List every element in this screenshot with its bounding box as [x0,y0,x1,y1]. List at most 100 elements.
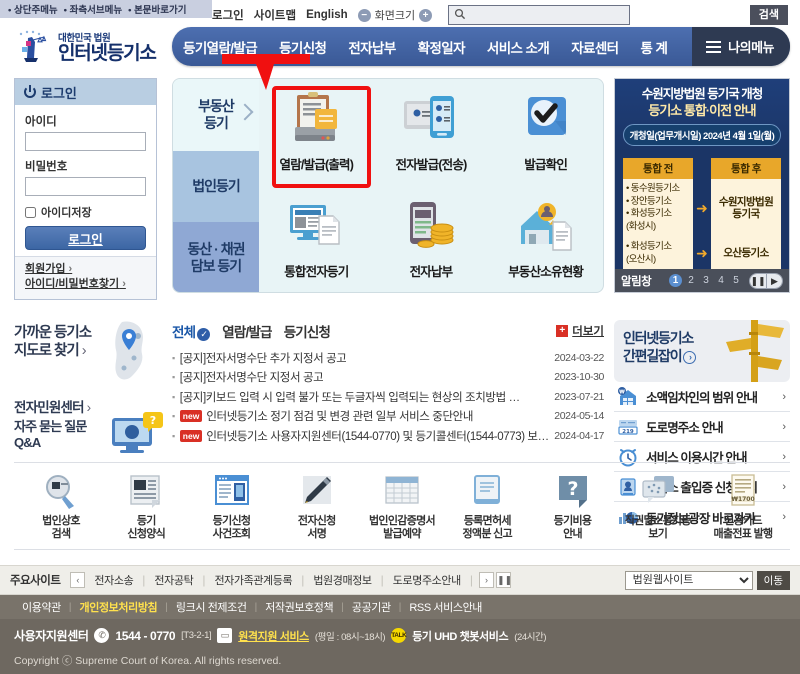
category-tab-corporate[interactable]: 법인등기 [173,150,259,223]
support-phone: 1544 - 0770 [115,628,176,643]
quicklink-seal-certificate-reservation[interactable]: 법인인감증명서 발급예약 [361,472,443,541]
banner-pause-icon[interactable]: ❚❚ [750,273,766,288]
footer-link-linking-terms[interactable]: 링크시 전제조건 [168,599,255,615]
service-property-ownership[interactable]: 부동산소유현황 [488,186,603,293]
notice-tabs: 전체 ✓ 열람/발급 등기신청 + 더보기 [172,320,604,342]
banner-page-3[interactable]: 3 [700,275,712,286]
quick-guide-banner[interactable]: 인터넷등기소 간편길잡이 › [614,320,790,382]
site-logo[interactable]: 대한민국 법원 인터넷등기소 [14,28,157,66]
category-tab-movable-credit[interactable]: 동산 · 채권 담보 등기 [173,222,259,292]
logo-text: 대한민국 법원 인터넷등기소 [58,30,157,64]
site-link-esoji[interactable]: 전자소송 [85,572,142,588]
notice-banner[interactable]: 수원지방법원 등기국 개청 등기소 통합·이전 안내 개청일(업무개시일) 20… [614,78,790,293]
notice-tab-view-issue[interactable]: 열람/발급 [222,321,272,341]
gnb-item-service-intro[interactable]: 서비스 소개 [476,37,560,57]
notice-tab-all[interactable]: 전체 ✓ [172,321,211,341]
service-issue-verify[interactable]: 발급확인 [488,79,603,186]
login-form: 아이디 비밀번호 아이디저장 로그인 [15,105,156,256]
banner-next-icon[interactable]: ▶ [766,273,782,288]
court-website-select[interactable]: 법원웹사이트 [624,570,753,590]
sites-pause-button[interactable]: ❚❚ [495,572,512,588]
quicklink-license-tax-report[interactable]: 등록면허세 정액분 신고 [446,472,528,541]
civil-service-center-banner[interactable]: 전자민원센터 › 자주 묻는 질문 Q&A ? [14,396,164,453]
gnb-item-data-center[interactable]: 자료센터 [560,37,629,57]
remote-support-link[interactable]: 원격지원 서비스 [238,628,309,644]
quicklink-case-inquiry[interactable]: 등기신청 사건조회 [191,472,273,541]
quicklink-ex-officio-cancellation[interactable]: 직권말소통지등 보기 [617,472,699,541]
site-link-road-address[interactable]: 도로명주소안내 [384,572,470,588]
skip-navigation[interactable]: 상단주메뉴 좌측서브메뉴 본문바로가기 [0,0,212,18]
banner-page-5[interactable]: 5 [730,275,742,286]
gnb-item-view-issue[interactable]: 등기열람/발급 [172,37,268,57]
skip-link-top-menu[interactable]: 상단주메뉴 [8,2,58,16]
gnb-item-statistics[interactable]: 통 계 [629,37,678,57]
notice-row[interactable]: ▪ [공지]전자서명수단 지정서 공고 2023-10-30 [172,368,604,388]
footer-link-privacy[interactable]: 개인정보처리방침 [72,599,166,615]
find-id-password-link[interactable]: 아이디/비밀번호찾기 [25,277,146,292]
quick-item-road-address[interactable]: 219 도로명주소 안내 › [614,412,790,442]
skip-link-side-menu[interactable]: 좌측서브메뉴 [64,2,122,16]
password-input[interactable] [25,177,146,196]
quicklink-application-form[interactable]: 등기 신청양식 [105,472,187,541]
zoom-out-icon[interactable]: − [357,8,371,22]
zoom-in-icon[interactable]: + [419,8,433,22]
quicklink-corporate-name-search[interactable]: 법인상호 검색 [20,472,102,541]
notice-more-label: 더보기 [572,326,604,338]
search-icon [449,8,471,23]
utility-login-link[interactable]: 로그인 [212,7,244,23]
category-tab-realestate[interactable]: 부동산 등기 [173,79,259,151]
speech-bubble-icon [638,472,678,510]
my-menu-button[interactable]: 나의메뉴 [692,27,790,66]
signup-link[interactable]: 회원가입 [25,262,146,277]
footer-link-copyright-policy[interactable]: 저작권보호정책 [257,599,341,615]
banner-col-before: 통합 전 [623,158,693,179]
site-link-family-registry[interactable]: 전자가족관계등록 [205,572,301,588]
footer-link-public-agency[interactable]: 공공기관 [344,599,399,615]
notice-row[interactable]: ▪ [공지]키보드 입력 시 입력 불가 또는 두글자씩 입력되는 현상의 조치… [172,387,604,407]
quick-item-small-lease[interactable]: ₩ 소액임차인의 범위 안내 › [614,382,790,412]
chatbot-label[interactable]: 등기 UHD 챗봇서비스 [412,628,508,644]
utility-sitemap-link[interactable]: 사이트맵 [254,7,296,23]
service-electronic-issue[interactable]: 전자발급(전송) [374,79,489,186]
notice-row[interactable]: ▪ new 인터넷등기소 사용자지원센터(1544-0770) 및 등기콜센터(… [172,426,604,446]
notice-row[interactable]: ▪ [공지]전자서명수단 추가 지정서 공고 2024-03-22 [172,348,604,368]
service-view-issue[interactable]: 열람/발급(출력) [259,79,374,186]
quicklink-label: 등기비용 안내 [554,515,592,541]
site-link-auction-info[interactable]: 법원경매정보 [304,572,380,588]
find-nearby-office-banner[interactable]: 가까운 등기소 지도로 찾기 › [14,318,164,390]
sites-next-button[interactable]: › [478,572,494,588]
save-id-label[interactable]: 아이디저장 [41,204,92,220]
chatbot-hours: (24시간) [514,631,547,643]
save-id-checkbox[interactable] [25,206,36,218]
service-integrated-eregistration[interactable]: 통합전자등기 [259,186,374,293]
sites-prev-button[interactable]: ‹ [70,572,86,588]
utility-english-link[interactable]: English [306,9,348,21]
gnb-item-epayment[interactable]: 전자납부 [337,37,406,57]
gnb-item-fixed-date[interactable]: 확정일자 [407,37,476,57]
search-box[interactable] [448,5,631,25]
notice-row[interactable]: ▪ new 인터넷등기소 정기 점검 및 변경 관련 일부 서비스 중단안내 2… [172,407,604,427]
save-id-row[interactable]: 아이디저장 [25,204,146,220]
quicklink-registration-cost-guide[interactable]: ? 등기비용 안내 [532,472,614,541]
footer-link-terms[interactable]: 이용약관 [14,599,69,615]
login-submit-button[interactable]: 로그인 [25,226,146,250]
support-center-label: 사용자지원센터 [14,629,89,643]
banner-page-4[interactable]: 4 [715,275,727,286]
service-epayment[interactable]: 전자납부 [374,186,489,293]
quicklink-credit-card-receipt[interactable]: ₩1700 신용카드 매출전표 발행 [702,472,784,541]
quicklink-label: 등기 신청양식 [127,515,165,541]
search-button[interactable]: 검색 [749,5,788,25]
sites-go-button[interactable]: 이동 [756,570,790,590]
id-input[interactable] [25,132,146,151]
quicklink-esignature[interactable]: 전자신청 서명 [276,472,358,541]
banner-page-2[interactable]: 2 [685,275,697,286]
footer-link-rss[interactable]: RSS 서비스안내 [401,599,490,615]
book-icon [467,472,507,510]
banner-page-1[interactable]: 1 [669,274,682,287]
notice-more-button[interactable]: + 더보기 [556,323,604,339]
gnb-item-application[interactable]: 등기신청 [268,37,337,57]
search-input[interactable] [471,6,630,24]
site-link-edeposit[interactable]: 전자공탁 [145,572,202,588]
skip-link-content[interactable]: 본문바로가기 [128,2,186,16]
notice-tab-application[interactable]: 등기신청 [284,321,331,341]
